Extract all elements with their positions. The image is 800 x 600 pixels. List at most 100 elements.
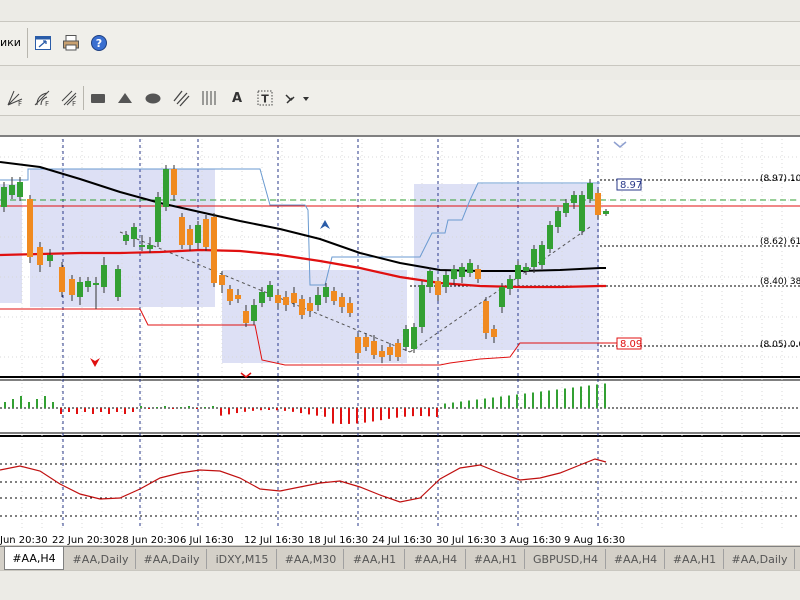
histogram-bar [500, 396, 502, 408]
help-icon[interactable]: ? [88, 32, 110, 54]
fibo-label-38: (8.40) 38. [760, 277, 800, 287]
range-boxes [0, 169, 599, 363]
x-tick-label: Jun 20:30 [0, 535, 48, 545]
text-tool-icon[interactable]: A [226, 87, 248, 109]
candle-body [595, 193, 601, 215]
histogram-bar [516, 394, 518, 408]
histogram-bar [596, 384, 598, 408]
print-icon[interactable] [60, 32, 82, 54]
fibo-channel-icon[interactable]: F [58, 87, 80, 109]
marker-icon [613, 141, 627, 148]
histogram-bar [196, 408, 198, 409]
candle-body [227, 289, 233, 301]
candle-body [243, 311, 249, 323]
arrows-dropdown-icon[interactable] [283, 87, 313, 109]
candle-body [259, 292, 265, 303]
tab-aa-h1[interactable]: #AA,H1 [345, 549, 405, 569]
fibo-arcs-icon[interactable]: F [31, 87, 53, 109]
candle-body [323, 287, 329, 297]
histogram-bar [148, 408, 150, 409]
fibo-label-61: (8.62) 61. [760, 237, 800, 247]
x-tick-label: 6 Jul 16:30 [180, 535, 234, 545]
candle-body [171, 169, 177, 195]
menu-text-fragment[interactable]: ики [0, 36, 21, 49]
text-label-icon[interactable]: T [254, 87, 276, 109]
histogram-bar [156, 407, 158, 408]
candle-body [451, 269, 457, 279]
tab-aa-m30[interactable]: #AA,M30 [278, 549, 344, 569]
histogram-bar [60, 408, 62, 414]
triangle-icon[interactable] [114, 87, 136, 109]
histogram-bar [580, 386, 582, 408]
histogram-bar [220, 408, 222, 416]
tab-aa-h1[interactable]: #AA,H1 [467, 549, 525, 569]
toolbar-separator [27, 28, 28, 58]
candle-body [435, 281, 441, 295]
tab-aa-daily[interactable]: #AA,Daily [66, 549, 136, 569]
chart-window[interactable]: (8.97) 100 (8.62) 61. (8.40) 38. (8.05) … [0, 135, 800, 545]
histogram-bar [268, 408, 270, 411]
histogram-bar [412, 408, 414, 417]
andrews-pitchfork-icon[interactable] [170, 87, 192, 109]
histogram-bar [68, 408, 70, 412]
candle-body [93, 283, 99, 285]
candle-body [17, 182, 23, 197]
candle-body [515, 265, 521, 279]
histogram-bar [444, 403, 446, 408]
candle-body [523, 267, 529, 271]
candle-body [37, 247, 43, 265]
tab-aa-daily[interactable]: #AA,Daily [137, 549, 207, 569]
fibo-fan-icon[interactable]: F [4, 87, 26, 109]
standard-toolbar: ики ? [0, 22, 800, 66]
candle-body [69, 279, 75, 295]
candle-body [85, 281, 91, 287]
tab-idxy-m15[interactable]: iDXY,M15 [208, 549, 277, 569]
candle-body [403, 329, 409, 347]
candle-body [371, 341, 377, 355]
candle-body [355, 337, 361, 353]
histogram-bar [52, 402, 54, 408]
title-bar [0, 0, 800, 22]
tab-aa-daily[interactable]: #AA,Daily [725, 549, 795, 569]
histogram-bar [188, 406, 190, 408]
x-tick-label: 28 Jun 20:30 [116, 535, 180, 545]
candle-body [1, 187, 7, 207]
histogram-bar [324, 408, 326, 417]
histogram-bar [388, 408, 390, 419]
tab-gbpusd-h4[interactable]: GBPUSD,H4 [526, 549, 606, 569]
histogram-bar [204, 407, 206, 408]
histogram-bar [132, 408, 134, 412]
tab-aa-h4[interactable]: #AA,H4 [607, 549, 665, 569]
line-studies-toolbar: F F F A T [0, 80, 800, 116]
histogram-bar [372, 408, 374, 422]
tab-aa-h1[interactable]: #AA,H1 [666, 549, 724, 569]
toolbar-separator [83, 86, 84, 110]
fullscreen-icon[interactable] [32, 32, 54, 54]
candle-body [163, 169, 169, 207]
histogram-bar [420, 408, 422, 417]
histogram-bar [260, 408, 262, 411]
candle-body [563, 203, 569, 213]
histogram-bar [340, 408, 342, 424]
histogram-bar [140, 406, 142, 408]
histogram-bar [452, 402, 454, 408]
histogram-bar [12, 399, 14, 408]
candle-body [307, 303, 313, 311]
candle-body [491, 329, 497, 337]
x-tick-label: 30 Jul 16:30 [436, 535, 496, 545]
tab-aa-h4[interactable]: #AA,H4 [406, 549, 466, 569]
candle-body [131, 227, 137, 239]
candle-body [539, 245, 545, 265]
x-tick-label: 18 Jul 16:30 [308, 535, 368, 545]
histogram-bar [532, 392, 534, 408]
rectangle-icon[interactable] [87, 87, 109, 109]
histogram-bar [116, 408, 118, 412]
price-chart[interactable]: (8.97) 100 (8.62) 61. (8.40) 38. (8.05) … [0, 137, 800, 545]
svg-text:8.09: 8.09 [620, 339, 642, 350]
cycle-lines-icon[interactable] [198, 87, 220, 109]
tab-aa-h4[interactable]: #AA,H4 [4, 547, 64, 570]
svg-text:T: T [261, 93, 269, 106]
candle-body [443, 275, 449, 287]
histogram-bar [348, 408, 350, 424]
ellipse-icon[interactable] [142, 87, 164, 109]
